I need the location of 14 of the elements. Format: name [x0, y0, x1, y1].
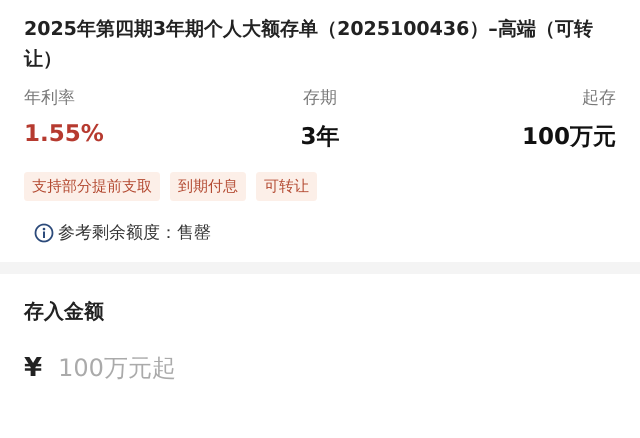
- stat-label: 年利率: [24, 87, 75, 109]
- stat-label: 存期: [302, 87, 337, 109]
- remaining-quota: 参考剩余额度：售罄: [58, 222, 211, 244]
- stat-label: 起存: [582, 87, 616, 109]
- deposit-heading: 存入金额: [24, 298, 105, 325]
- currency-symbol: ¥: [24, 353, 42, 383]
- stat-value: 1.55%: [24, 121, 104, 147]
- stat-value: 100万元: [522, 123, 616, 152]
- stat-value: 3年: [300, 123, 340, 152]
- feature-tag: 支持部分提前支取: [24, 172, 160, 201]
- feature-tag: 到期付息: [170, 172, 246, 201]
- product-title: 2025年第四期3年期个人大额存单（2025100436）–高端（可转让）: [24, 17, 594, 72]
- feature-tag: 可转让: [256, 172, 317, 201]
- info-icon: [34, 222, 54, 242]
